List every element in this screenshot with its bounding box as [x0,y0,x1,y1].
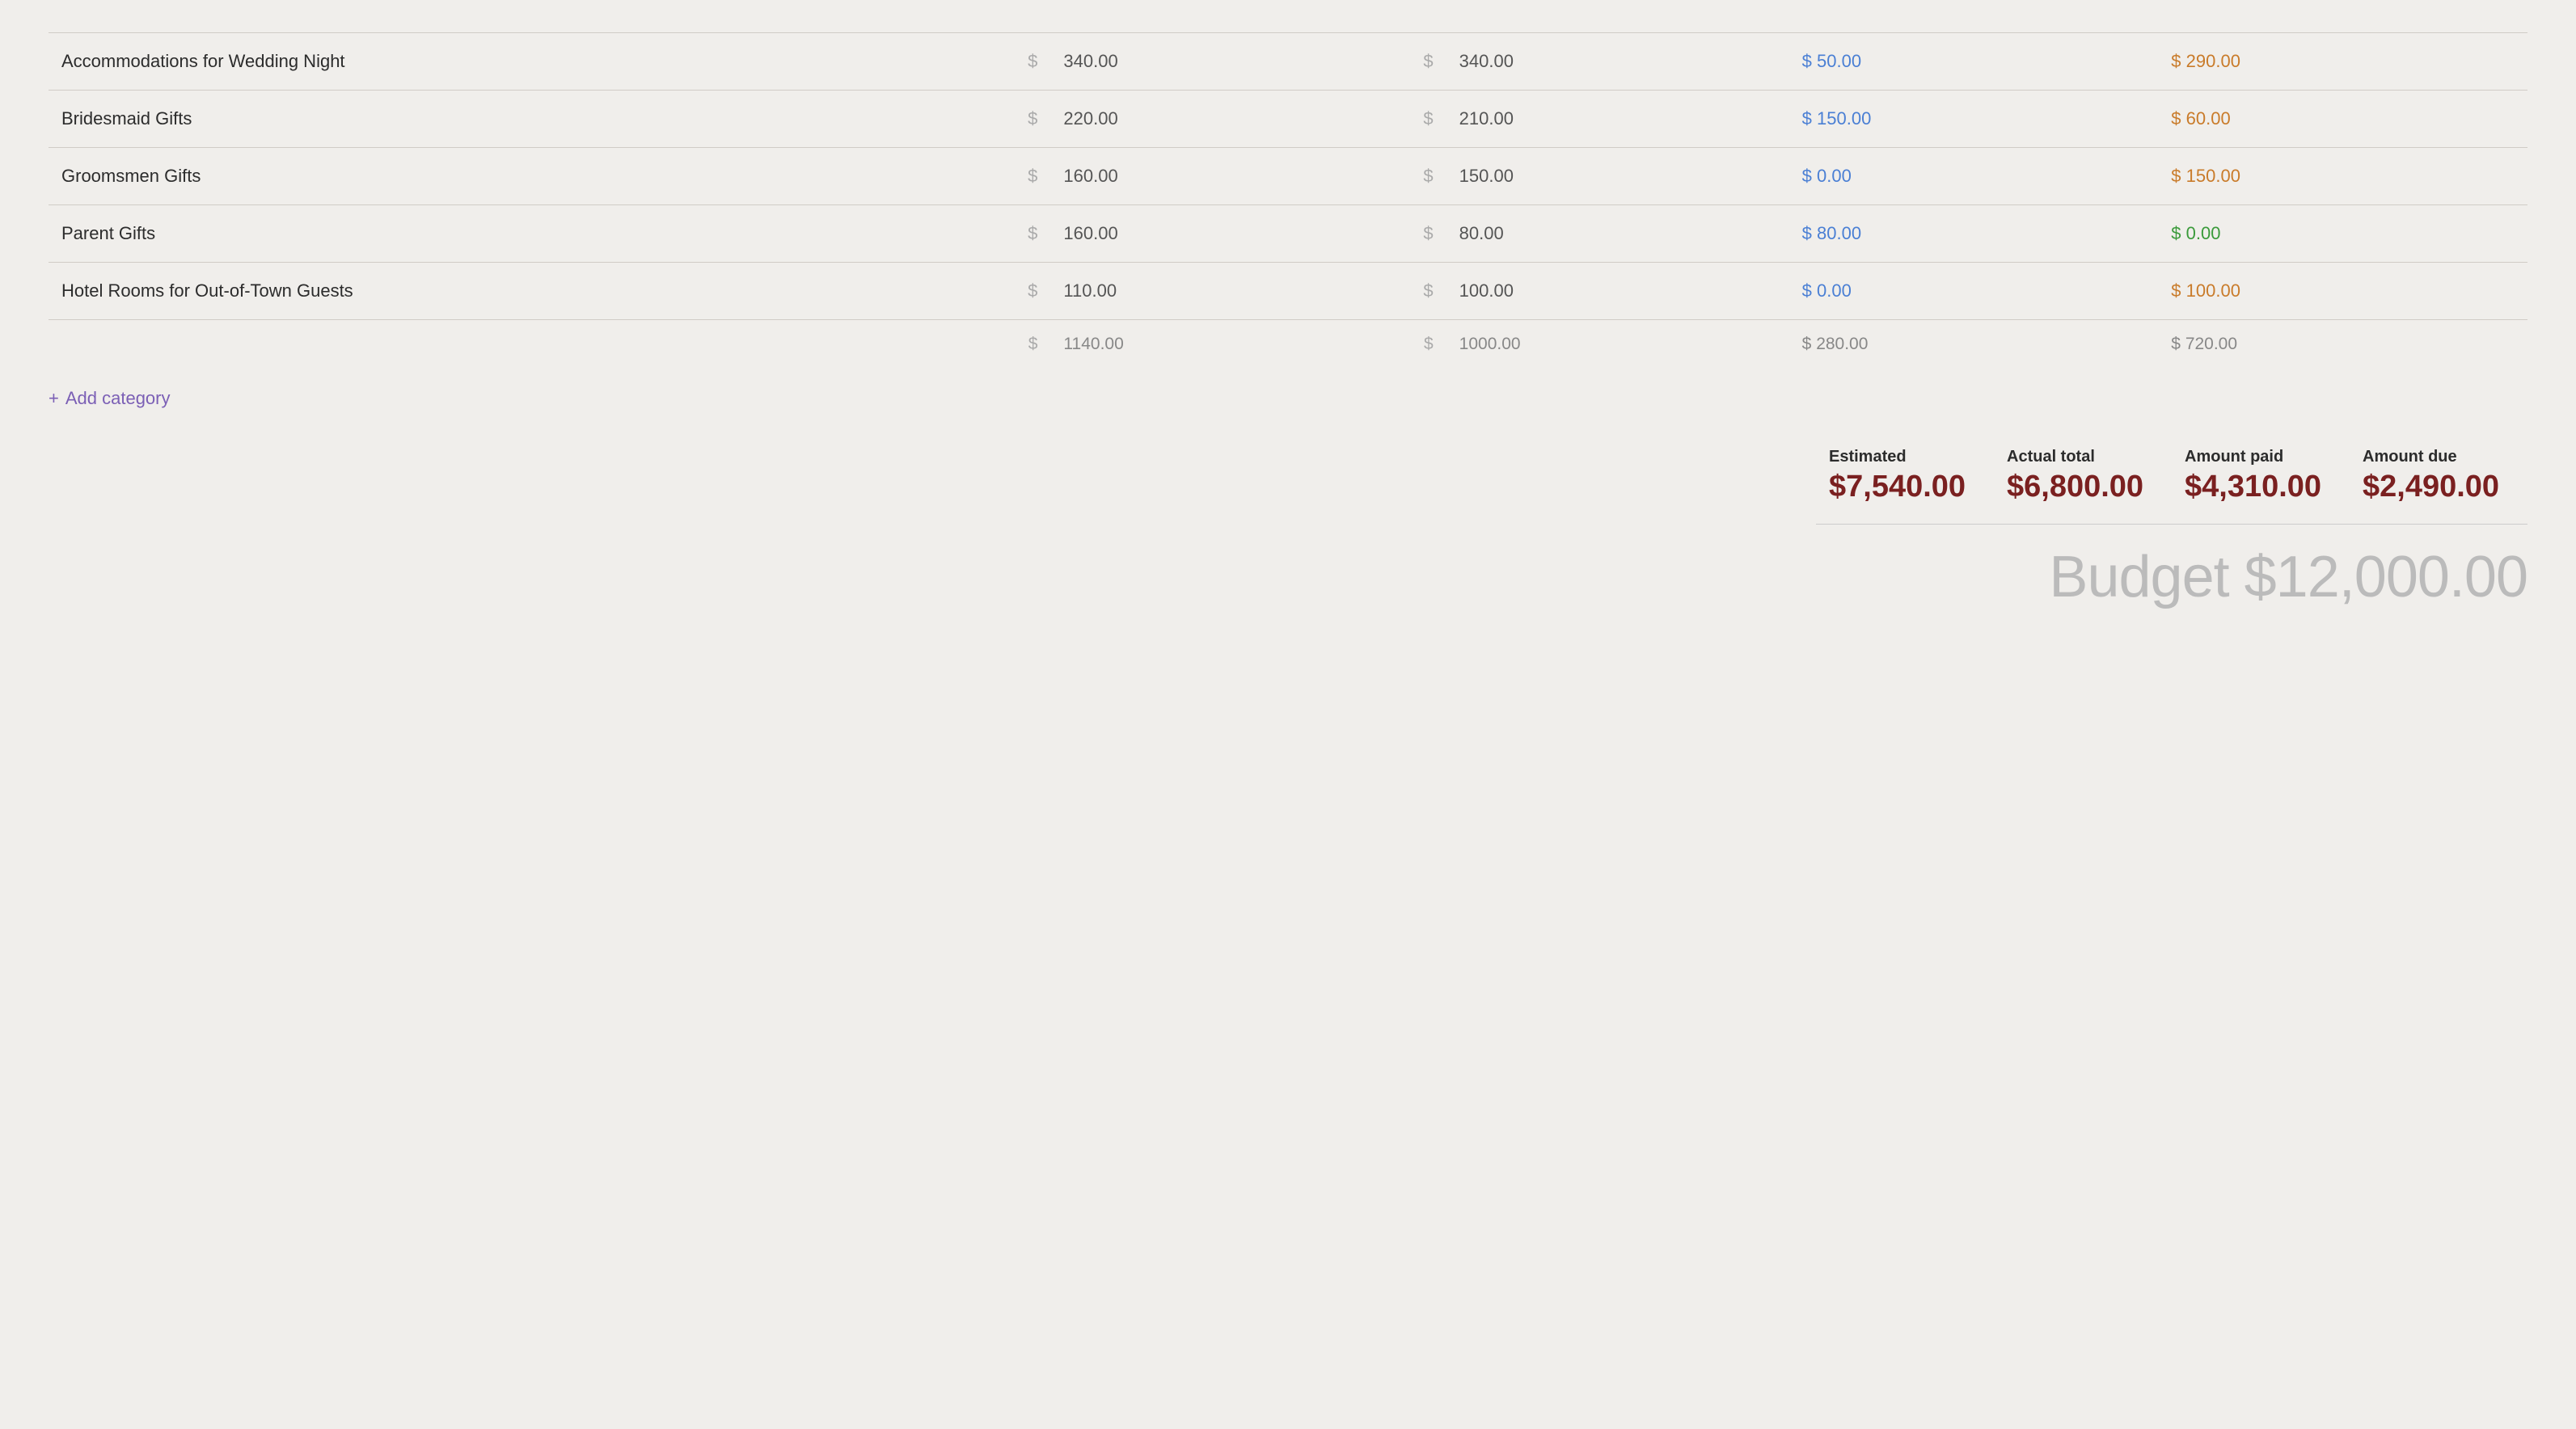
summary-paid: Amount paid $4,310.00 [2172,448,2350,504]
subtotals-estimated: 1140.00 [1050,320,1393,369]
act-currency-icon: $ [1393,91,1446,148]
budget-table: Accommodations for Wedding Night $ 340.0… [49,32,2527,435]
row-actual: 210.00 [1446,91,1789,148]
subtotals-row: $ 1140.00 $ 1000.00 $ 280.00 $ 720.00 [49,320,2527,369]
row-estimated: 220.00 [1050,91,1393,148]
est-currency-icon: $ [998,205,1050,263]
due-label: Amount due [2363,448,2457,466]
row-name: Groomsmen Gifts [49,148,998,205]
subtotals-due: $ 720.00 [2158,320,2527,369]
est-currency-icon: $ [998,148,1050,205]
actual-value: $6,800.00 [2007,470,2143,504]
add-category-button[interactable]: + Add category [49,388,171,409]
row-name: Accommodations for Wedding Night [49,33,998,91]
row-actual: 150.00 [1446,148,1789,205]
paid-label: Amount paid [2185,448,2283,466]
act-currency-icon: $ [1393,148,1446,205]
subtotals-paid: $ 280.00 [1789,320,2159,369]
actual-label: Actual total [2007,448,2095,466]
row-paid: $ 80.00 [1789,205,2159,263]
plus-icon: + [49,388,59,409]
row-name: Bridesmaid Gifts [49,91,998,148]
row-due: $ 100.00 [2158,263,2527,320]
row-name: Parent Gifts [49,205,998,263]
estimated-value: $7,540.00 [1829,470,1966,504]
row-actual: 340.00 [1446,33,1789,91]
row-estimated: 160.00 [1050,205,1393,263]
subtotals-name-cell [49,320,998,369]
est-currency-icon: $ [998,263,1050,320]
table-row: Parent Gifts $ 160.00 $ 80.00 $ 80.00 $ … [49,205,2527,263]
row-estimated: 110.00 [1050,263,1393,320]
act-currency-icon: $ [1393,263,1446,320]
row-name: Hotel Rooms for Out-of-Town Guests [49,263,998,320]
summary-due: Amount due $2,490.00 [2350,448,2527,504]
row-actual: 100.00 [1446,263,1789,320]
summary-grid: Estimated $7,540.00 Actual total $6,800.… [1816,448,2527,504]
divider [1816,524,2527,525]
subtotals-actual: 1000.00 [1446,320,1789,369]
row-estimated: 160.00 [1050,148,1393,205]
table-row: Bridesmaid Gifts $ 220.00 $ 210.00 $ 150… [49,91,2527,148]
row-due: $ 290.00 [2158,33,2527,91]
table-row: Groomsmen Gifts $ 160.00 $ 150.00 $ 0.00… [49,148,2527,205]
budget-footer: Budget $12,000.00 [49,525,2527,617]
subtotals-act-currency: $ [1393,320,1446,369]
est-currency-icon: $ [998,33,1050,91]
subtotals-est-currency: $ [998,320,1050,369]
summary-actual: Actual total $6,800.00 [1994,448,2172,504]
budget-display: Budget $12,000.00 [2049,545,2527,609]
row-actual: 80.00 [1446,205,1789,263]
row-paid: $ 150.00 [1789,91,2159,148]
due-value: $2,490.00 [2363,470,2499,504]
table-row: Hotel Rooms for Out-of-Town Guests $ 110… [49,263,2527,320]
row-due: $ 0.00 [2158,205,2527,263]
row-due: $ 150.00 [2158,148,2527,205]
row-due: $ 60.00 [2158,91,2527,148]
add-category-row: + Add category [49,369,2527,435]
paid-value: $4,310.00 [2185,470,2321,504]
estimated-label: Estimated [1829,448,1907,466]
table-row: Accommodations for Wedding Night $ 340.0… [49,33,2527,91]
row-paid: $ 50.00 [1789,33,2159,91]
act-currency-icon: $ [1393,205,1446,263]
row-estimated: 340.00 [1050,33,1393,91]
add-category-label: Add category [65,388,171,409]
summary-estimated: Estimated $7,540.00 [1816,448,1994,504]
est-currency-icon: $ [998,91,1050,148]
summary-section: Estimated $7,540.00 Actual total $6,800.… [49,448,2527,504]
act-currency-icon: $ [1393,33,1446,91]
row-paid: $ 0.00 [1789,263,2159,320]
row-paid: $ 0.00 [1789,148,2159,205]
